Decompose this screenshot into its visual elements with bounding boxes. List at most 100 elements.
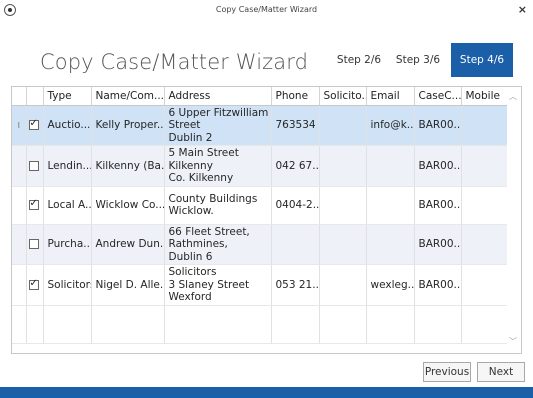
row-checkbox[interactable] bbox=[28, 198, 39, 210]
table-row[interactable]: Local A...Wicklow Co...County BuildingsW… bbox=[12, 186, 509, 225]
cell-type: Purcha... bbox=[43, 224, 92, 265]
indicator-header bbox=[12, 87, 27, 106]
step-3-tab[interactable]: Step 3/6 bbox=[392, 43, 444, 77]
empty-cell bbox=[271, 305, 320, 344]
table-row[interactable]: Purcha... Andrew Dun... 66 Fleet Street, Ra… bbox=[12, 224, 509, 265]
row-indicator bbox=[12, 145, 27, 187]
cell-casecode: BAR00... bbox=[414, 224, 462, 265]
cell-casecode: BAR00... bbox=[414, 105, 462, 146]
cell-phone: 763534 bbox=[271, 105, 320, 146]
cell-phone: 053 21... bbox=[271, 264, 320, 306]
empty-row bbox=[12, 305, 509, 344]
cell-mobile bbox=[461, 264, 509, 306]
cell-address: County Buildings Wicklow. bbox=[164, 186, 272, 225]
cell-address: Solicitors 3 Slaney Street Wexford bbox=[164, 264, 272, 306]
scroll-down-icon[interactable]: ﹀ bbox=[509, 336, 517, 347]
empty-cell bbox=[43, 305, 92, 344]
page-title: Copy Case/Matter Wizard bbox=[40, 50, 309, 74]
address-line: 6 Upper Fitzwilliam bbox=[168, 106, 269, 119]
cell-phone: 042 67... bbox=[271, 145, 320, 187]
cell-solicitor bbox=[319, 105, 367, 146]
address-line: Solicitors bbox=[168, 266, 217, 278]
column-header-mobile[interactable]: Mobile bbox=[461, 87, 509, 106]
address-line: Co. Kilkenny bbox=[168, 172, 234, 184]
table-row[interactable]: I Auctio...Kelly Proper...6 Upper Fitzwil… bbox=[12, 105, 509, 146]
cell-name: Andrew Dun... bbox=[91, 224, 165, 265]
vertical-scrollbar[interactable]: ︿ ﹀ bbox=[507, 87, 521, 353]
cell-mobile bbox=[461, 105, 509, 146]
next-button[interactable]: Next bbox=[477, 362, 525, 382]
previous-button[interactable]: Previous bbox=[423, 362, 471, 382]
contacts-table: Type Name/Com... Address Phone Solicito.… bbox=[12, 87, 509, 344]
cell-address: 6 Upper Fitzwilliam Street Dublin 2 bbox=[164, 105, 272, 146]
select-header bbox=[26, 87, 44, 106]
row-indicator bbox=[12, 224, 27, 265]
cell-email bbox=[366, 186, 415, 225]
footer-bar bbox=[0, 387, 533, 398]
address-line: 3 Slaney Street bbox=[168, 278, 250, 291]
cell-address: 66 Fleet Street, Rathmines, Dublin 6 bbox=[164, 224, 272, 265]
column-header-address[interactable]: Address bbox=[164, 87, 272, 106]
empty-cell bbox=[366, 305, 415, 344]
contacts-grid: Type Name/Com... Address Phone Solicito.… bbox=[11, 86, 522, 354]
empty-cell bbox=[414, 305, 462, 344]
cell-type: Solicitors bbox=[43, 264, 92, 306]
address-line: Street bbox=[168, 119, 201, 131]
cell-mobile bbox=[461, 186, 509, 225]
empty-cell bbox=[91, 305, 165, 344]
cell-email: wexleg... bbox=[366, 264, 415, 306]
cell-type: Lendin... bbox=[43, 145, 92, 187]
row-indicator bbox=[12, 264, 27, 306]
cell-name: Nigel D. Alle... bbox=[91, 264, 165, 306]
address-line: Dublin 2 bbox=[168, 131, 213, 144]
row-checkbox[interactable] bbox=[28, 239, 39, 250]
row-checkbox[interactable] bbox=[28, 118, 39, 131]
empty-cell bbox=[461, 305, 509, 344]
column-header-solicitor[interactable]: Solicito... bbox=[319, 87, 367, 106]
cell-name: Kilkenny (Ba... bbox=[91, 145, 165, 187]
address-line: Rathmines, bbox=[168, 238, 228, 250]
cell-phone bbox=[271, 224, 320, 265]
column-header-type[interactable]: Type bbox=[43, 87, 92, 106]
table-row[interactable]: Lendin... Kilkenny (Ba... 5 Main Street Kil… bbox=[12, 145, 509, 187]
address-line: Wicklow. bbox=[168, 205, 214, 217]
cell-name: Kelly Proper... bbox=[91, 105, 165, 146]
cell-email bbox=[366, 145, 415, 187]
row-checkbox[interactable] bbox=[28, 160, 39, 171]
row-checkbox-cell bbox=[26, 105, 44, 146]
cell-address: 5 Main Street Kilkenny Co. Kilkenny bbox=[164, 145, 272, 187]
address-line: Kilkenny bbox=[168, 159, 213, 172]
table-row[interactable]: SolicitorsNigel D. Alle...Solicitors3 Sl… bbox=[12, 264, 509, 306]
row-checkbox-cell bbox=[26, 264, 44, 306]
cell-phone: 0404-2... bbox=[271, 186, 320, 225]
cell-solicitor bbox=[319, 224, 367, 265]
address-line: 66 Fleet Street, bbox=[168, 225, 250, 238]
window-title: Copy Case/Matter Wizard bbox=[215, 5, 318, 14]
step-4-tab-active[interactable]: Step 4/6 bbox=[451, 43, 513, 77]
cell-casecode: BAR00... bbox=[414, 186, 462, 225]
row-indicator bbox=[12, 186, 27, 225]
column-header-casecode[interactable]: CaseC... bbox=[414, 87, 462, 106]
scroll-up-icon[interactable]: ︿ bbox=[509, 91, 517, 102]
column-header-phone[interactable]: Phone bbox=[271, 87, 320, 106]
column-header-name[interactable]: Name/Com... bbox=[91, 87, 165, 106]
column-header-email[interactable]: Email bbox=[366, 87, 415, 106]
title-bar: Copy Case/Matter Wizard × bbox=[0, 0, 533, 22]
cell-type: Local A... bbox=[43, 186, 92, 225]
close-icon[interactable]: × bbox=[518, 3, 527, 16]
empty-cell bbox=[319, 305, 367, 344]
step-2-tab[interactable]: Step 2/6 bbox=[333, 43, 385, 77]
row-checkbox-cell bbox=[26, 224, 44, 265]
cell-name: Wicklow Co... bbox=[91, 186, 165, 225]
cell-type: Auctio... bbox=[43, 105, 92, 146]
cell-solicitor bbox=[319, 264, 367, 306]
address-line: 5 Main Street bbox=[168, 147, 239, 159]
cell-mobile bbox=[461, 224, 509, 265]
cell-solicitor bbox=[319, 186, 367, 225]
address-line: Wexford bbox=[168, 291, 212, 303]
cell-casecode: BAR00... bbox=[414, 264, 462, 306]
cell-solicitor bbox=[319, 145, 367, 187]
address-line: Dublin 6 bbox=[168, 250, 213, 263]
row-checkbox[interactable] bbox=[28, 278, 39, 290]
empty-cell bbox=[26, 305, 44, 344]
